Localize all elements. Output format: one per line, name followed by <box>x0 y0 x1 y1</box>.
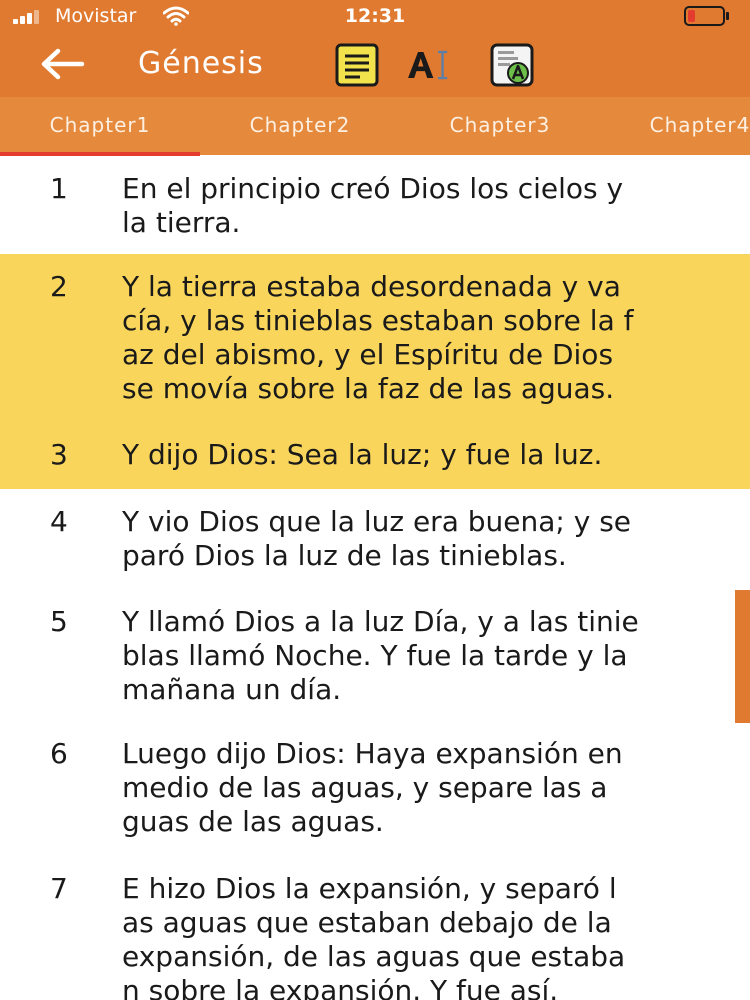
verse-row-5[interactable]: 5 Y llamó Dios a la luz Día, y a las tin… <box>0 589 750 734</box>
verse-text: Y llamó Dios a la luz Día, y a las tinie… <box>122 605 639 706</box>
app-header: Movistar 12:31 Génesis <box>0 0 750 97</box>
status-time: 12:31 <box>344 5 406 27</box>
navigation-bar: Génesis <box>0 32 750 97</box>
font-size-icon[interactable] <box>405 42 451 88</box>
book-title: Génesis <box>138 46 264 81</box>
tab-chapter-3[interactable]: Chapter3 <box>400 97 600 155</box>
verse-row-4[interactable]: 4 Y vio Dios que la luz era buena; y se … <box>0 489 750 589</box>
notes-icon[interactable] <box>334 42 380 88</box>
verse-row-1[interactable]: 1 En el principio creó Dios los cielos y… <box>0 156 750 254</box>
status-bar: Movistar 12:31 <box>0 0 750 32</box>
verse-number: 5 <box>50 605 68 638</box>
tab-chapter-1[interactable]: Chapter1 <box>0 97 200 155</box>
chapter-tabs: Chapter1 Chapter2 Chapter3 Chapter4 <box>0 97 750 155</box>
verse-row-3[interactable]: 3 Y dijo Dios: Sea la luz; y fue la luz. <box>0 422 750 489</box>
translate-icon[interactable] <box>489 42 535 88</box>
verse-text: Y dijo Dios: Sea la luz; y fue la luz. <box>122 438 603 471</box>
verse-number: 6 <box>50 737 68 770</box>
verse-number: 2 <box>50 270 68 303</box>
verse-text: Y la tierra estaba desordenada y va cía,… <box>122 270 634 405</box>
battery-level-fill <box>688 10 695 22</box>
verse-number: 3 <box>50 438 68 471</box>
tab-chapter-2[interactable]: Chapter2 <box>200 97 400 155</box>
verse-number: 4 <box>50 505 68 538</box>
tab-chapter-4[interactable]: Chapter4 <box>600 97 750 155</box>
verse-row-7[interactable]: 7 E hizo Dios la expansión, y separó l a… <box>0 866 750 1000</box>
verse-text: Y vio Dios que la luz era buena; y se pa… <box>122 505 632 572</box>
arrow-left-icon[interactable] <box>38 46 86 82</box>
verse-text: Luego dijo Dios: Haya expansión en medio… <box>122 737 623 838</box>
verse-text: E hizo Dios la expansión, y separó l as … <box>122 872 626 1000</box>
verse-number: 7 <box>50 872 68 905</box>
verse-text: En el principio creó Dios los cielos y l… <box>122 172 624 239</box>
verse-list: 1 En el principio creó Dios los cielos y… <box>0 156 750 1000</box>
battery-icon <box>684 6 729 26</box>
scrollbar-thumb[interactable] <box>735 590 750 723</box>
verse-row-2[interactable]: 2 Y la tierra estaba desordenada y va cí… <box>0 254 750 422</box>
verse-row-6[interactable]: 6 Luego dijo Dios: Haya expansión en med… <box>0 734 750 866</box>
verse-number: 1 <box>50 172 68 205</box>
